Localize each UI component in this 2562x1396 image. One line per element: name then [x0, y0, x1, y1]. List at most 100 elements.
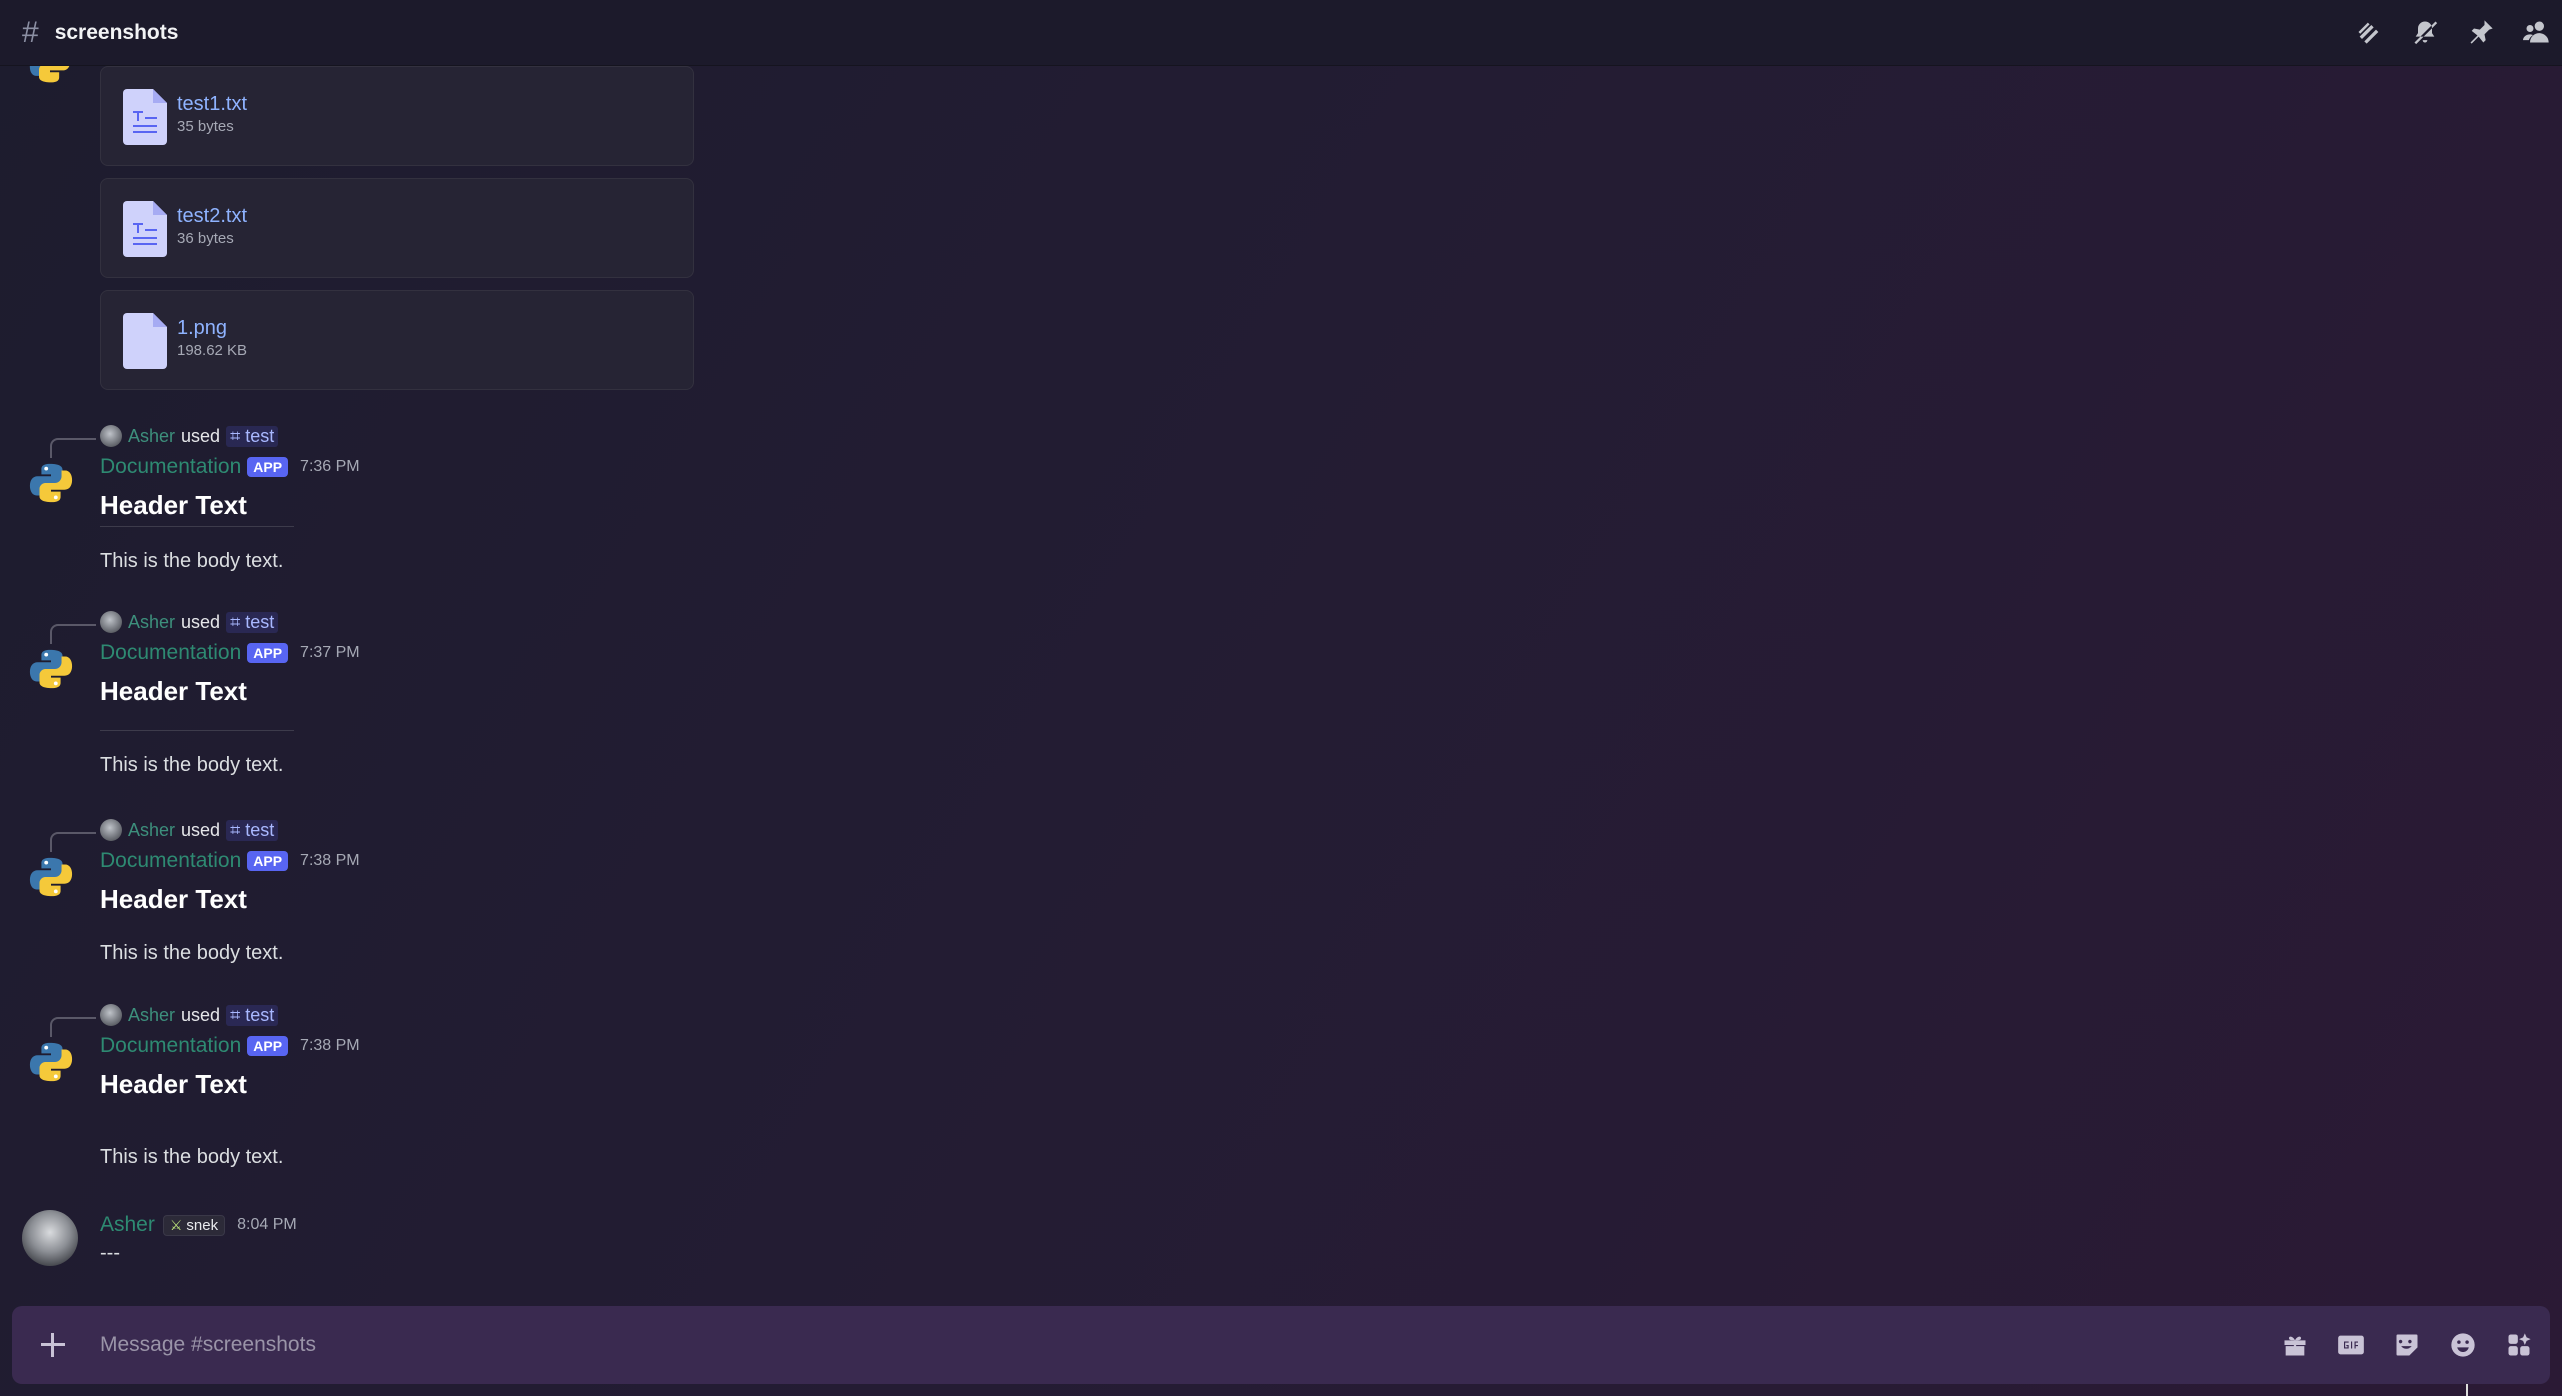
command-mention[interactable]: ⌗ test: [226, 425, 279, 447]
apps-icon[interactable]: [2502, 1328, 2536, 1362]
embed-body: This is the body text.: [100, 550, 284, 572]
python-bot-avatar[interactable]: [28, 1039, 74, 1085]
attachment-name[interactable]: test1.txt: [177, 93, 247, 116]
embed-body: This is the body text.: [100, 1146, 284, 1168]
pin-icon[interactable]: [2466, 14, 2496, 50]
notification-mute-icon[interactable]: [2410, 14, 2440, 50]
embed-header: Header Text: [100, 676, 247, 706]
bot-username[interactable]: Documentation: [100, 641, 241, 665]
attachment-card[interactable]: test2.txt 36 bytes: [100, 178, 694, 278]
message-item: Asher used ⌗ test Documentation APP 7:38…: [0, 818, 1200, 988]
app-badge: APP: [247, 643, 289, 663]
username[interactable]: Asher: [100, 1213, 155, 1237]
app-badge: APP: [247, 457, 289, 477]
message-meta: Documentation APP 7:38 PM: [100, 848, 360, 874]
attachment-card[interactable]: 1.png 198.62 KB: [100, 290, 694, 390]
reply-connector: [50, 624, 96, 644]
message-list[interactable]: test1.txt 35 bytes test2.txt 36 bytes 1.…: [0, 66, 2562, 1302]
command-reply-preview[interactable]: Asher used ⌗ test: [100, 424, 279, 448]
command-mention[interactable]: ⌗ test: [226, 611, 279, 633]
command-reply-preview[interactable]: Asher used ⌗ test: [100, 818, 279, 842]
command-name: test: [245, 611, 275, 632]
attachment-name[interactable]: 1.png: [177, 317, 227, 340]
clan-tag-label: snek: [186, 1216, 219, 1234]
threads-icon[interactable]: [2354, 14, 2384, 50]
reply-connector: [50, 832, 96, 852]
file-icon: [123, 313, 167, 369]
text-file-icon: [123, 89, 167, 145]
clan-tag[interactable]: ⚔ snek: [162, 1214, 226, 1236]
text-file-icon: [123, 201, 167, 257]
bot-username[interactable]: Documentation: [100, 1034, 241, 1058]
timestamp[interactable]: 7:37 PM: [300, 644, 360, 662]
embed-header: Header Text: [100, 490, 247, 520]
embed-body: This is the body text.: [100, 754, 284, 776]
avatar: [100, 611, 122, 633]
reply-username[interactable]: Asher: [128, 426, 175, 447]
command-name: test: [245, 819, 275, 840]
reply-connector: [50, 1017, 96, 1037]
reply-username[interactable]: Asher: [128, 820, 175, 841]
gift-icon[interactable]: [2278, 1328, 2312, 1362]
bot-avatar-partial: [28, 66, 72, 88]
attachment-name[interactable]: test2.txt: [177, 205, 247, 228]
attachment-size: 198.62 KB: [177, 342, 248, 359]
python-bot-avatar[interactable]: [28, 646, 74, 692]
command-name: test: [245, 1004, 275, 1025]
divider: [100, 730, 294, 731]
message-meta: Documentation APP 7:36 PM: [100, 454, 360, 480]
attachment-size: 36 bytes: [177, 230, 234, 247]
message-item: Asher used ⌗ test Documentation APP 7:38…: [0, 1003, 1200, 1193]
avatar[interactable]: [22, 1210, 78, 1266]
add-attachment-button[interactable]: [38, 1330, 68, 1360]
attachment-card[interactable]: test1.txt 35 bytes: [100, 66, 694, 166]
message-item: Asher ⚔ snek 8:04 PM ---: [0, 1210, 1200, 1280]
embed-header: Header Text: [100, 884, 247, 914]
app-badge: APP: [247, 1036, 289, 1056]
command-reply-preview[interactable]: Asher used ⌗ test: [100, 610, 279, 634]
command-name: test: [245, 425, 275, 446]
header-toolbar: [2354, 14, 2552, 50]
app-badge: APP: [247, 851, 289, 871]
timestamp[interactable]: 7:36 PM: [300, 458, 360, 476]
bot-username[interactable]: Documentation: [100, 455, 241, 479]
reply-username[interactable]: Asher: [128, 612, 175, 633]
avatar: [100, 819, 122, 841]
channel-hash-icon: #: [22, 15, 39, 49]
channel-name[interactable]: screenshots: [55, 21, 179, 45]
avatar: [100, 1004, 122, 1026]
message-content: ---: [100, 1242, 120, 1264]
reply-used-text: used: [181, 611, 221, 632]
sticker-icon[interactable]: [2390, 1328, 2424, 1362]
message-input[interactable]: [100, 1326, 2200, 1364]
command-mention[interactable]: ⌗ test: [226, 1004, 279, 1026]
command-reply-preview[interactable]: Asher used ⌗ test: [100, 1003, 279, 1027]
message-meta: Asher ⚔ snek 8:04 PM: [100, 1212, 297, 1238]
sword-icon: ⚔: [169, 1216, 183, 1233]
embed-body: This is the body text.: [100, 942, 284, 964]
python-bot-avatar[interactable]: [28, 854, 74, 900]
divider: [100, 526, 294, 527]
channel-header: # screenshots: [0, 0, 2562, 66]
timestamp[interactable]: 8:04 PM: [237, 1216, 297, 1234]
attachment-size: 35 bytes: [177, 118, 234, 135]
message-meta: Documentation APP 7:37 PM: [100, 640, 360, 666]
python-bot-avatar[interactable]: [28, 460, 74, 506]
message-composer: [12, 1306, 2550, 1384]
reply-used-text: used: [181, 1004, 221, 1025]
avatar: [100, 425, 122, 447]
composer-toolbar: [2278, 1328, 2536, 1362]
message-item: Asher used ⌗ test Documentation APP 7:36…: [0, 424, 1200, 594]
command-mention[interactable]: ⌗ test: [226, 819, 279, 841]
reply-username[interactable]: Asher: [128, 1005, 175, 1026]
timestamp[interactable]: 7:38 PM: [300, 852, 360, 870]
reply-used-text: used: [181, 425, 221, 446]
bot-username[interactable]: Documentation: [100, 849, 241, 873]
timestamp[interactable]: 7:38 PM: [300, 1037, 360, 1055]
message-meta: Documentation APP 7:38 PM: [100, 1033, 360, 1059]
reply-connector: [50, 438, 96, 458]
mouse-cursor: [2466, 1384, 2468, 1396]
members-icon[interactable]: [2522, 14, 2552, 50]
emoji-icon[interactable]: [2446, 1328, 2480, 1362]
gif-icon[interactable]: [2334, 1328, 2368, 1362]
